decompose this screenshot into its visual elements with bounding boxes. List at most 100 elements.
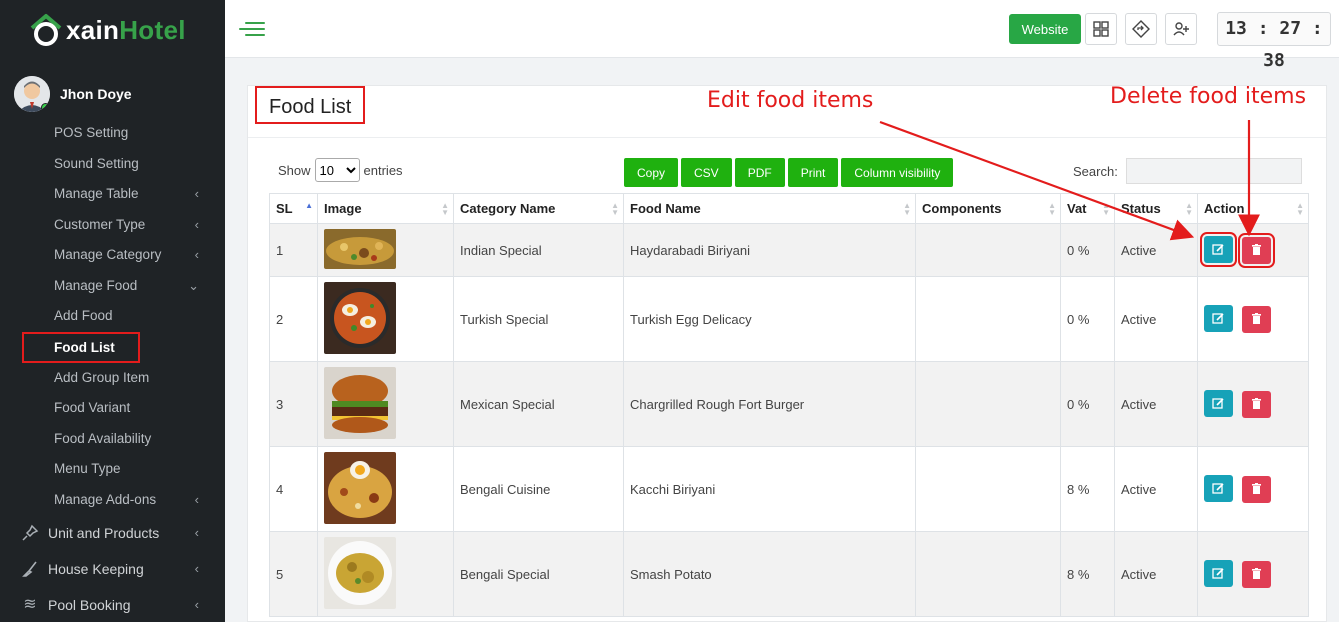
sidebar-item-manage-category[interactable]: Manage Category ‹ xyxy=(0,240,225,271)
brand-logo[interactable]: xainHotel xyxy=(28,8,186,52)
sidebar-item-label: Food List xyxy=(54,339,115,355)
column-header-components[interactable]: Components ▲ ▼ xyxy=(915,193,1061,224)
sort-icon: ▲ ▼ xyxy=(611,201,619,217)
pdf-button[interactable]: PDF xyxy=(734,158,785,187)
column-header-image[interactable]: Image ▲ ▼ xyxy=(317,193,454,224)
column-header-food-name[interactable]: Food Name ▲ ▼ xyxy=(623,193,916,224)
table-header-row: SL ▲ Image ▲ ▼ Category Name ▲ ▼ Food Name ▲ ▼ … xyxy=(269,193,1309,224)
direction-sign-icon[interactable] xyxy=(1125,13,1157,45)
sidebar-item-food-list[interactable]: Food List xyxy=(22,331,140,363)
potato-image[interactable] xyxy=(324,536,396,609)
sidebar-item-unit-and-products[interactable]: Unit and Products ‹ xyxy=(0,515,225,551)
page-title: Food List xyxy=(255,86,366,124)
sidebar-item-pool-booking[interactable]: ≋ Pool Booking ‹ xyxy=(0,587,225,622)
delete-button[interactable] xyxy=(1241,390,1271,418)
column-header-category-name[interactable]: Category Name ▲ ▼ xyxy=(453,193,624,224)
sidebar-item-label: Manage Category xyxy=(54,247,162,262)
search-label: Search: xyxy=(1073,163,1118,179)
sort-icon: ▲ ▼ xyxy=(1296,201,1304,217)
print-button[interactable]: Print xyxy=(787,158,839,187)
food-table: SL ▲ Image ▲ ▼ Category Name ▲ ▼ Food Name ▲ ▼ … xyxy=(269,193,1309,617)
copy-button[interactable]: Copy xyxy=(624,158,679,187)
kacchi-image[interactable] xyxy=(324,451,396,524)
sidebar-item-label: Manage Add-ons xyxy=(54,491,157,507)
cell-sl: 1 xyxy=(269,223,318,277)
sidebar-item-add-group-item[interactable]: Add Group Item xyxy=(0,363,225,394)
edit-button[interactable] xyxy=(1200,232,1237,268)
sidebar-item-customer-type[interactable]: Customer Type ‹ xyxy=(0,210,225,241)
cell-status: Active xyxy=(1114,223,1198,277)
chevron-left-icon: ‹ xyxy=(194,597,199,612)
sidebar-item-manage-add-ons[interactable]: Manage Add-ons ‹ xyxy=(0,485,225,516)
delete-button[interactable] xyxy=(1241,475,1271,503)
sort-asc-icon: ▲ xyxy=(305,201,313,210)
cell-action xyxy=(1197,276,1309,362)
clock-display: 13 : 27 : 38 xyxy=(1217,12,1331,71)
cell-components xyxy=(915,361,1061,447)
sidebar-item-add-food[interactable]: Add Food xyxy=(0,301,225,332)
edit-button[interactable] xyxy=(1204,305,1233,333)
column-label: SL xyxy=(276,201,293,216)
cell-status: Active xyxy=(1114,361,1198,447)
menu-toggle-icon[interactable] xyxy=(239,20,265,38)
sidebar-item-sound-setting[interactable]: Sound Setting xyxy=(0,149,225,180)
cell-category: Bengali Special xyxy=(453,531,624,617)
biriyani-image[interactable] xyxy=(324,228,396,269)
trash-icon xyxy=(1251,568,1261,580)
column-label: Status xyxy=(1121,201,1161,216)
cell-components xyxy=(915,223,1061,277)
edit-button[interactable] xyxy=(1204,560,1233,588)
cell-food-name: Chargrilled Rough Fort Burger xyxy=(623,361,916,447)
column-header-vat[interactable]: Vat ▲ ▼ xyxy=(1060,193,1115,224)
table-row: 4 Bengali Cuisine Kacchi Biriyani 8 % Ac… xyxy=(269,446,1309,532)
sidebar-item-manage-table[interactable]: Manage Table ‹ xyxy=(0,179,225,210)
egg-dish-image[interactable] xyxy=(324,281,396,354)
search-control: Search: xyxy=(1073,158,1302,184)
column-header-sl[interactable]: SL ▲ xyxy=(269,193,318,224)
sidebar-item-food-variant[interactable]: Food Variant xyxy=(0,393,225,424)
cell-action xyxy=(1197,446,1309,532)
column-visibility-button[interactable]: Column visibility xyxy=(841,158,954,187)
cell-sl: 3 xyxy=(269,361,318,447)
column-label: Components xyxy=(922,201,1002,216)
cell-status: Active xyxy=(1114,276,1198,362)
sort-icon: ▲ ▼ xyxy=(903,201,911,217)
food-table-wrap: SL ▲ Image ▲ ▼ Category Name ▲ ▼ Food Name ▲ ▼ … xyxy=(269,193,1309,617)
sidebar-item-pos-setting[interactable]: POS Setting xyxy=(0,118,225,149)
broom-icon xyxy=(20,551,40,592)
add-user-icon[interactable] xyxy=(1165,13,1197,45)
edit-button[interactable] xyxy=(1204,475,1233,503)
show-label: Show xyxy=(278,162,311,178)
delete-button[interactable] xyxy=(1241,560,1271,588)
delete-button[interactable] xyxy=(1241,305,1271,333)
column-header-action[interactable]: Action ▲ ▼ xyxy=(1197,193,1309,224)
csv-button[interactable]: CSV xyxy=(681,158,732,187)
sidebar-item-manage-food[interactable]: Manage Food ⌄ xyxy=(0,271,225,302)
delete-button[interactable] xyxy=(1237,232,1275,268)
cell-food-name: Turkish Egg Delicacy xyxy=(623,276,916,362)
search-input[interactable] xyxy=(1125,158,1302,184)
sidebar-item-house-keeping[interactable]: House Keeping ‹ xyxy=(0,551,225,587)
cell-components xyxy=(915,276,1061,362)
sidebar-item-food-availability[interactable]: Food Availability xyxy=(0,424,225,455)
pin-icon xyxy=(20,515,40,556)
column-header-status[interactable]: Status ▲ ▼ xyxy=(1114,193,1198,224)
top-bar: Website 13 : 27 : 38 xyxy=(225,0,1339,71)
burger-image[interactable] xyxy=(324,366,396,439)
chevron-left-icon: ‹ xyxy=(194,561,199,576)
sidebar-item-menu-type[interactable]: Menu Type xyxy=(0,454,225,485)
grid-icon[interactable] xyxy=(1085,13,1117,45)
cell-components xyxy=(915,531,1061,617)
trash-icon xyxy=(1251,244,1261,256)
column-label: Image xyxy=(324,201,362,216)
website-button[interactable]: Website xyxy=(1009,14,1081,44)
table-row: 1 Indian Special Haydarabadi Biriyani 0 … xyxy=(269,223,1309,277)
page-size-select[interactable]: 10 xyxy=(314,158,360,182)
cell-status: Active xyxy=(1114,531,1198,617)
user-profile[interactable]: Jhon Doye xyxy=(14,76,132,112)
sidebar-nav: POS Setting Sound Setting Manage Table ‹ … xyxy=(0,118,225,622)
sort-icon: ▲ ▼ xyxy=(1185,201,1193,217)
table-row: 5 Bengali Special Smash Potato 8 % Activ… xyxy=(269,531,1309,617)
edit-button[interactable] xyxy=(1204,390,1233,418)
cell-vat: 8 % xyxy=(1060,446,1115,532)
